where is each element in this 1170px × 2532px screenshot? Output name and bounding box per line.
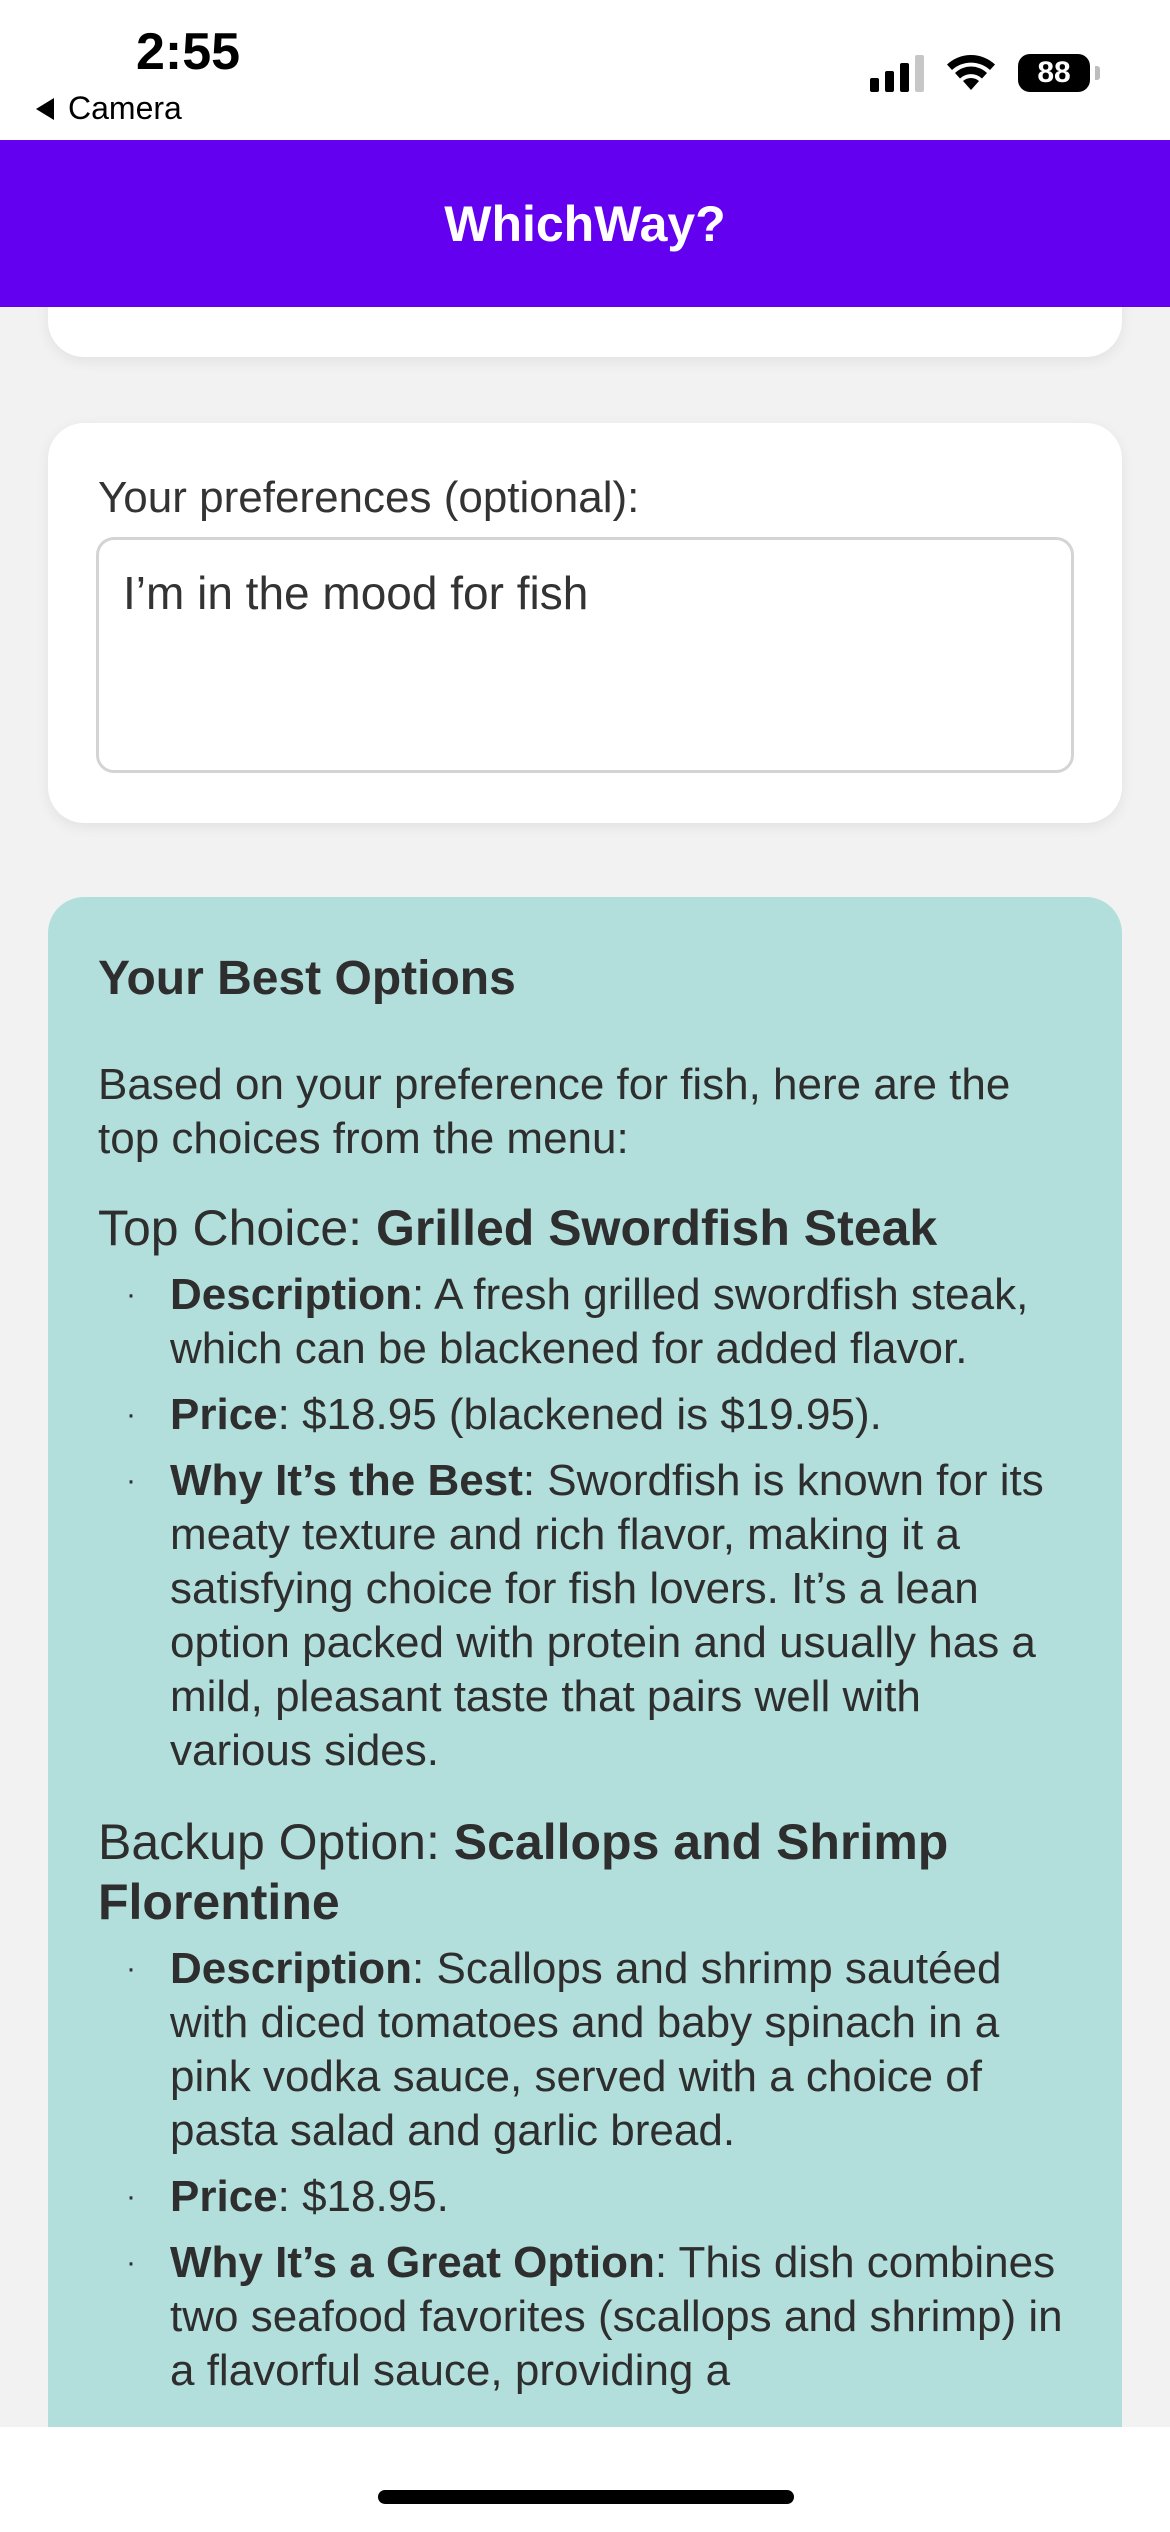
list-item: · Why It’s a Great Option: This dish comb…	[98, 2236, 1072, 2398]
top-choice-heading: Top Choice: Grilled Swordfish Steak	[98, 1198, 1072, 1258]
detail-label: Why It’s the Best	[170, 1456, 523, 1505]
status-icons: 88	[870, 54, 1100, 92]
battery-icon: 88	[1018, 54, 1100, 92]
cellular-signal-icon	[870, 54, 924, 92]
top-choice-name: Grilled Swordfish Steak	[375, 1200, 938, 1256]
preferences-input[interactable]: I’m in the mood for fish	[96, 537, 1074, 773]
bullet: ·	[126, 1952, 136, 1985]
top-choice-details: · Description: A fresh grilled swordfish …	[98, 1268, 1072, 1778]
detail-label: Price	[170, 2172, 278, 2221]
backup-option-prefix: Backup Option:	[98, 1814, 454, 1870]
main-content[interactable]: Your preferences (optional): I’m in the …	[0, 307, 1170, 2427]
bullet: ·	[126, 1398, 136, 1431]
list-item: · Price: $18.95.	[98, 2170, 1072, 2224]
back-arrow-icon	[36, 97, 54, 120]
preferences-label: Your preferences (optional):	[98, 473, 640, 522]
results-card: Your Best Options Based on your preferen…	[48, 897, 1122, 2427]
status-time: 2:55	[136, 23, 241, 81]
results-intro: Based on your preference for fish, here …	[98, 1060, 1011, 1163]
bottom-safe-area	[0, 2427, 1170, 2532]
bullet: ·	[126, 2246, 136, 2279]
app-header: WhichWay?	[0, 140, 1170, 307]
home-indicator[interactable]	[378, 2490, 794, 2504]
detail-label: Price	[170, 1390, 278, 1439]
previous-card	[48, 307, 1122, 357]
results-title: Your Best Options	[98, 952, 516, 1005]
back-app-label: Camera	[68, 90, 182, 126]
bullet: ·	[126, 1278, 136, 1311]
back-to-app-button[interactable]: Camera	[36, 90, 182, 127]
detail-text: : $18.95.	[277, 2172, 449, 2221]
detail-label: Description	[170, 1944, 413, 1993]
list-item: · Why It’s the Best: Swordfish is known f…	[98, 1454, 1072, 1778]
top-choice-prefix: Top Choice:	[98, 1200, 376, 1256]
battery-level: 88	[1037, 56, 1071, 89]
detail-label: Why It’s a Great Option	[170, 2238, 655, 2287]
bullet: ·	[126, 2180, 136, 2213]
preferences-card: Your preferences (optional): I’m in the …	[48, 423, 1122, 823]
app-title: WhichWay?	[444, 195, 726, 252]
detail-text: : $18.95 (blackened is $19.95).	[277, 1390, 882, 1439]
backup-option-details: · Description: Scallops and shrimp sautée…	[98, 1942, 1072, 2398]
wifi-icon	[947, 54, 995, 90]
list-item: · Description: Scallops and shrimp sautée…	[98, 1942, 1072, 2158]
list-item: · Description: A fresh grilled swordfish …	[98, 1268, 1072, 1376]
detail-label: Description	[170, 1270, 413, 1319]
bullet: ·	[126, 1464, 136, 1497]
backup-option-heading: Backup Option: Scallops and Shrimp Flore…	[98, 1812, 1072, 1932]
status-bar: 2:55 Camera 88	[0, 0, 1170, 140]
list-item: · Price: $18.95 (blackened is $19.95).	[98, 1388, 1072, 1442]
